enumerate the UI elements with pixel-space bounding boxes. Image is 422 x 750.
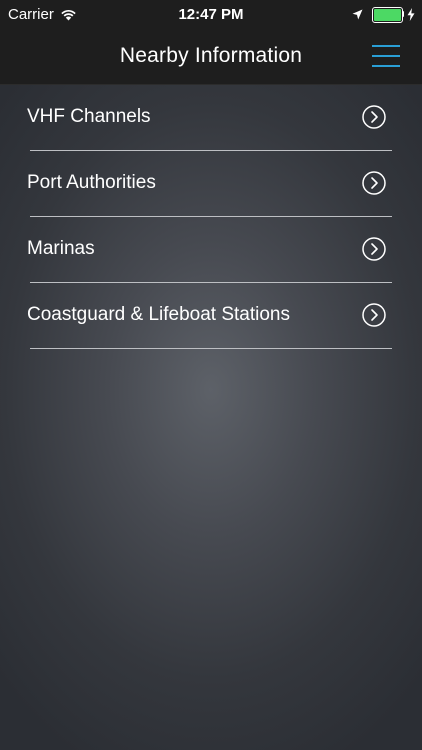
menu-line	[372, 55, 400, 57]
charging-bolt-icon	[407, 7, 415, 21]
hamburger-menu-icon[interactable]	[372, 43, 400, 69]
list-item-label: Coastguard & Lifeboat Stations	[27, 304, 291, 325]
chevron-right-circle-icon	[362, 171, 386, 195]
page-title: Nearby Information	[119, 44, 303, 67]
app-screen: Carrier 12:47 PM Nearby Information VHF …	[0, 0, 422, 750]
list-item-label: VHF Channels	[27, 106, 151, 127]
menu-line	[372, 45, 400, 47]
status-bar: Carrier 12:47 PM	[0, 0, 422, 30]
chevron-right-circle-icon	[362, 303, 386, 327]
battery-tip	[402, 11, 404, 17]
nearby-info-list: VHF Channels Port Authorities Marinas Co…	[0, 85, 422, 349]
status-right	[352, 7, 415, 23]
location-arrow-icon	[352, 9, 363, 19]
list-item-label: Marinas	[27, 238, 95, 259]
battery-level-fill	[374, 9, 401, 21]
list-item-vhf-channels[interactable]: VHF Channels	[0, 85, 422, 151]
list-divider	[30, 348, 392, 349]
chevron-right-circle-icon	[362, 237, 386, 261]
battery-body	[372, 7, 403, 23]
menu-line	[372, 65, 400, 67]
list-item-coastguard-lifeboat-stations[interactable]: Coastguard & Lifeboat Stations	[0, 283, 422, 349]
list-item-marinas[interactable]: Marinas	[0, 217, 422, 283]
list-item-port-authorities[interactable]: Port Authorities	[0, 151, 422, 217]
list-item-label: Port Authorities	[27, 172, 156, 193]
battery-icon	[372, 7, 404, 23]
chevron-right-circle-icon	[362, 105, 386, 129]
navigation-bar: Nearby Information	[0, 30, 422, 85]
